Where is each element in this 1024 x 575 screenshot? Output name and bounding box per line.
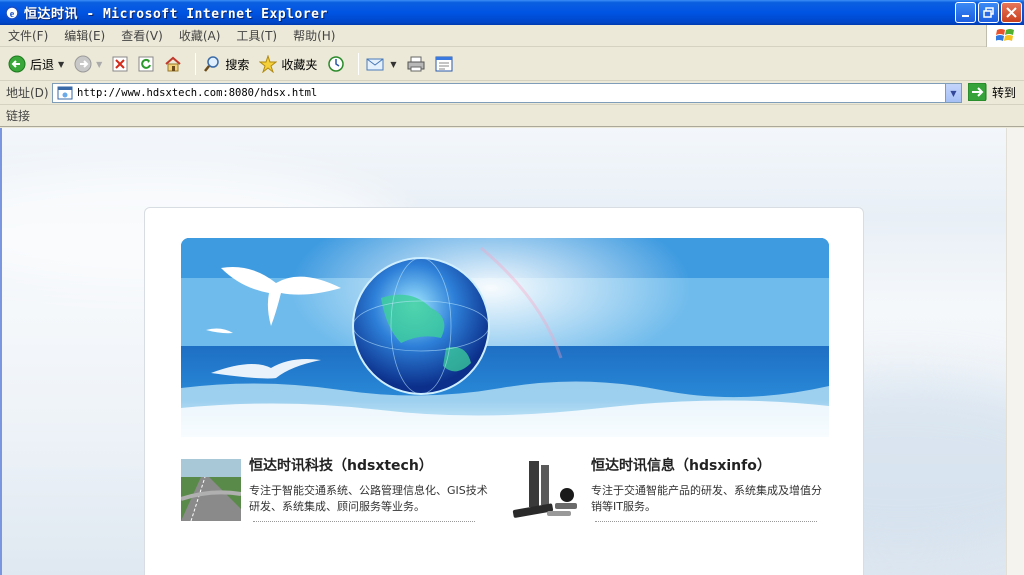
- print-button[interactable]: [405, 51, 427, 77]
- close-icon: [1006, 7, 1017, 18]
- section-description: 专注于智能交通系统、公路管理信息化、GIS技术研发、系统集成、顾问服务等业务。: [249, 484, 488, 513]
- dotted-divider: [595, 521, 817, 522]
- section-hdsxtech[interactable]: 恒达时讯科技（hdsxtech） 专注于智能交通系统、公路管理信息化、GIS技术…: [181, 455, 491, 525]
- favorites-button[interactable]: 收藏夹: [257, 51, 319, 77]
- restore-button[interactable]: [978, 2, 999, 23]
- close-button[interactable]: [1001, 2, 1022, 23]
- history-icon: [328, 56, 345, 72]
- restore-icon: [983, 7, 994, 18]
- menu-view[interactable]: 查看(V): [113, 27, 171, 44]
- edit-button[interactable]: [433, 51, 455, 77]
- page-icon: [57, 86, 73, 100]
- page-viewport: 恒达时讯科技（hdsxtech） 专注于智能交通系统、公路管理信息化、GIS技术…: [0, 128, 1024, 575]
- toolbar: 后退 ▼ ▼ 搜索 收藏夹 ▼: [0, 48, 1024, 81]
- favorites-label: 收藏夹: [281, 57, 318, 72]
- forward-button[interactable]: ▼: [72, 51, 104, 77]
- search-label: 搜索: [225, 57, 250, 72]
- history-button[interactable]: [325, 51, 347, 77]
- home-icon: [165, 56, 181, 72]
- window-title: 恒达时讯 - Microsoft Internet Explorer: [24, 7, 328, 22]
- menu-favorites[interactable]: 收藏(A): [171, 27, 229, 44]
- address-input[interactable]: http://www.hdsxtech.com:8080/hdsx.html ▼: [52, 83, 962, 103]
- content-card: 恒达时讯科技（hdsxtech） 专注于智能交通系统、公路管理信息化、GIS技术…: [144, 207, 864, 575]
- menu-tools[interactable]: 工具(T): [228, 27, 285, 44]
- go-button[interactable]: 转到: [968, 83, 1016, 101]
- printer-icon: [407, 56, 425, 72]
- forward-arrow-icon: [74, 55, 92, 73]
- minimize-icon: [961, 14, 969, 17]
- back-button[interactable]: 后退 ▼: [6, 51, 66, 77]
- favorites-star-icon: [259, 55, 278, 73]
- stop-button[interactable]: [110, 51, 130, 77]
- mail-dropdown-icon[interactable]: ▼: [390, 60, 396, 69]
- minimize-button[interactable]: [955, 2, 976, 23]
- highway-thumbnail-icon: [181, 459, 241, 521]
- menu-bar: 文件(F) 编辑(E) 查看(V) 收藏(A) 工具(T) 帮助(H): [0, 25, 1024, 47]
- links-label[interactable]: 链接: [6, 107, 30, 124]
- section-title: 恒达时讯信息（hdsxinfo）: [591, 458, 771, 474]
- windows-logo-icon: [986, 25, 1024, 47]
- address-label: 地址(D): [6, 86, 49, 100]
- menu-edit[interactable]: 编辑(E): [56, 27, 113, 44]
- section-hdsxinfo[interactable]: 恒达时讯信息（hdsxinfo） 专注于交通智能产品的研发、系统集成及增值分销等…: [511, 455, 822, 525]
- ocean-globe-illustration: [181, 238, 829, 437]
- vertical-scrollbar[interactable]: [1006, 128, 1024, 575]
- search-icon: [204, 56, 220, 72]
- refresh-button[interactable]: [136, 51, 156, 77]
- search-button[interactable]: 搜索: [201, 51, 251, 77]
- back-dropdown-icon[interactable]: ▼: [58, 60, 64, 69]
- forward-dropdown-icon[interactable]: ▼: [96, 60, 102, 69]
- toolbar-separator-2: [358, 53, 360, 75]
- go-label: 转到: [992, 85, 1017, 100]
- home-button[interactable]: [162, 51, 184, 77]
- go-arrow-icon: [968, 83, 987, 101]
- section-description: 专注于交通智能产品的研发、系统集成及增值分销等IT服务。: [591, 484, 822, 513]
- toolbar-separator: [195, 53, 197, 75]
- edit-page-icon: [435, 56, 453, 72]
- menu-file[interactable]: 文件(F): [0, 27, 56, 44]
- hardware-products-thumbnail-icon: [511, 459, 581, 521]
- title-bar: e 恒达时讯 - Microsoft Internet Explorer: [0, 0, 1024, 25]
- links-bar: 链接: [0, 105, 1024, 127]
- back-arrow-icon: [8, 55, 26, 73]
- dotted-divider: [253, 521, 475, 522]
- address-bar: 地址(D) http://www.hdsxtech.com:8080/hdsx.…: [0, 81, 1024, 105]
- back-label: 后退: [30, 57, 55, 72]
- menu-help[interactable]: 帮助(H): [285, 27, 343, 44]
- address-url: http://www.hdsxtech.com:8080/hdsx.html: [77, 87, 318, 99]
- svg-text:e: e: [10, 9, 15, 20]
- address-dropdown-icon[interactable]: ▼: [945, 84, 961, 102]
- section-title: 恒达时讯科技（hdsxtech）: [249, 458, 433, 474]
- mail-icon: [366, 58, 384, 71]
- ie-icon: e: [5, 5, 19, 20]
- banner-image: [181, 238, 829, 437]
- refresh-icon: [138, 56, 154, 72]
- stop-icon: [112, 56, 128, 72]
- mail-button[interactable]: ▼: [364, 51, 398, 77]
